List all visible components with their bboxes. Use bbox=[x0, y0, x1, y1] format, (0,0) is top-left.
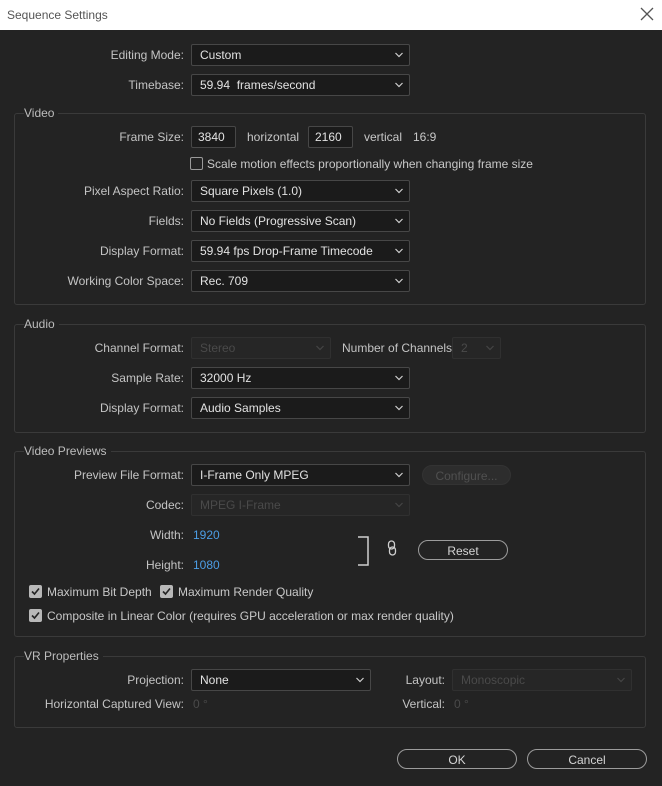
h-captured-view-value: 0 ° bbox=[193, 697, 208, 711]
audio-section-title: Audio bbox=[24, 317, 59, 331]
chevron-down-icon bbox=[395, 52, 403, 58]
projection-label: Projection: bbox=[127, 673, 184, 687]
preview-height-label: Height: bbox=[145, 558, 184, 572]
chevron-down-icon bbox=[356, 677, 364, 683]
chain-link-icon[interactable] bbox=[386, 540, 398, 556]
audio-display-format-select[interactable]: Audio Samples bbox=[191, 397, 410, 419]
frame-width-input[interactable]: 3840 bbox=[191, 126, 236, 148]
timebase-label: Timebase: bbox=[128, 78, 184, 92]
configure-button[interactable]: Configure... bbox=[422, 465, 511, 485]
scale-motion-label: Scale motion effects proportionally when… bbox=[207, 157, 533, 171]
video-previews-section-title: Video Previews bbox=[24, 444, 111, 458]
chevron-down-icon bbox=[316, 345, 324, 351]
audio-display-format-label: Display Format: bbox=[99, 401, 184, 415]
video-display-format-value: 59.94 fps Drop-Frame Timecode bbox=[200, 244, 373, 258]
editing-mode-select[interactable]: Custom bbox=[191, 44, 410, 66]
preview-height-value[interactable]: 1080 bbox=[193, 558, 220, 572]
sample-rate-value: 32000 Hz bbox=[200, 371, 252, 385]
chevron-down-icon bbox=[395, 248, 403, 254]
vr-vertical-value: 0 ° bbox=[454, 697, 469, 711]
reset-button[interactable]: Reset bbox=[418, 540, 508, 560]
chevron-down-icon bbox=[395, 472, 403, 478]
fields-value: No Fields (Progressive Scan) bbox=[200, 214, 357, 228]
editing-mode-value: Custom bbox=[200, 48, 242, 62]
video-section-title: Video bbox=[24, 106, 59, 120]
num-channels-value: 2 bbox=[461, 341, 468, 355]
pixel-aspect-select[interactable]: Square Pixels (1.0) bbox=[191, 180, 410, 202]
preview-file-format-select[interactable]: I-Frame Only MPEG bbox=[191, 464, 410, 486]
pixel-aspect-value: Square Pixels (1.0) bbox=[200, 184, 303, 198]
chevron-down-icon bbox=[486, 345, 494, 351]
color-space-value: Rec. 709 bbox=[200, 274, 249, 288]
chevron-down-icon bbox=[395, 405, 403, 411]
fields-label: Fields: bbox=[148, 214, 184, 228]
chevron-down-icon bbox=[617, 677, 625, 683]
layout-label: Layout: bbox=[405, 673, 445, 687]
preview-width-value[interactable]: 1920 bbox=[193, 528, 220, 542]
cancel-button[interactable]: Cancel bbox=[527, 749, 647, 769]
projection-select[interactable]: None bbox=[191, 669, 371, 691]
vr-vertical-label: Vertical: bbox=[402, 697, 445, 711]
pixel-aspect-label: Pixel Aspect Ratio: bbox=[83, 184, 184, 198]
timebase-select[interactable]: 59.94 frames/second bbox=[191, 74, 410, 96]
color-space-label: Working Color Space: bbox=[67, 274, 185, 288]
chevron-down-icon bbox=[395, 82, 403, 88]
channel-format-value: Stereo bbox=[200, 341, 236, 355]
codec-select[interactable]: MPEG I-Frame bbox=[191, 494, 410, 516]
codec-value: MPEG I-Frame bbox=[200, 498, 281, 512]
title-bar: Sequence Settings bbox=[0, 0, 662, 30]
ok-button[interactable]: OK bbox=[397, 749, 517, 769]
linear-color-label: Composite in Linear Color (requires GPU … bbox=[47, 609, 454, 623]
layout-select[interactable]: Monoscopic bbox=[452, 669, 632, 691]
vr-properties-group bbox=[14, 656, 646, 728]
timebase-value: 59.94 frames/second bbox=[200, 78, 316, 92]
checkmark-icon bbox=[31, 587, 40, 596]
audio-display-format-value: Audio Samples bbox=[200, 401, 281, 415]
aspect-ratio-label: 16:9 bbox=[413, 130, 437, 144]
fields-select[interactable]: No Fields (Progressive Scan) bbox=[191, 210, 410, 232]
max-bit-depth-checkbox[interactable] bbox=[29, 585, 42, 598]
max-render-quality-label: Maximum Render Quality bbox=[178, 585, 314, 599]
horizontal-label: horizontal bbox=[247, 130, 300, 144]
sample-rate-label: Sample Rate: bbox=[111, 371, 184, 385]
projection-value: None bbox=[200, 673, 229, 687]
window-title: Sequence Settings bbox=[7, 8, 108, 22]
sample-rate-select[interactable]: 32000 Hz bbox=[191, 367, 410, 389]
editing-mode-label: Editing Mode: bbox=[110, 48, 184, 62]
vertical-label: vertical bbox=[364, 130, 403, 144]
linear-color-checkbox[interactable] bbox=[29, 609, 42, 622]
preview-width-label: Width: bbox=[149, 528, 184, 542]
layout-value: Monoscopic bbox=[461, 673, 526, 687]
frame-size-label: Frame Size: bbox=[119, 130, 184, 144]
link-bracket-icon bbox=[358, 536, 369, 566]
dialog-body: Editing Mode: Custom Timebase: 59.94 fra… bbox=[0, 30, 662, 786]
close-icon[interactable] bbox=[638, 5, 656, 23]
video-display-format-label: Display Format: bbox=[99, 244, 184, 258]
chevron-down-icon bbox=[395, 375, 403, 381]
codec-label: Codec: bbox=[145, 498, 184, 512]
num-channels-select[interactable]: 2 bbox=[452, 337, 501, 359]
max-bit-depth-label: Maximum Bit Depth bbox=[47, 585, 152, 599]
vr-section-title: VR Properties bbox=[24, 649, 103, 663]
preview-file-format-label: Preview File Format: bbox=[73, 468, 184, 482]
channel-format-label: Channel Format: bbox=[94, 341, 184, 355]
checkmark-icon bbox=[31, 611, 40, 620]
chevron-down-icon bbox=[395, 278, 403, 284]
checkmark-icon bbox=[162, 587, 171, 596]
chevron-down-icon bbox=[395, 502, 403, 508]
frame-height-input[interactable]: 2160 bbox=[308, 126, 353, 148]
color-space-select[interactable]: Rec. 709 bbox=[191, 270, 410, 292]
scale-motion-checkbox[interactable] bbox=[190, 157, 203, 170]
preview-file-format-value: I-Frame Only MPEG bbox=[200, 468, 309, 482]
video-display-format-select[interactable]: 59.94 fps Drop-Frame Timecode bbox=[191, 240, 410, 262]
max-render-quality-checkbox[interactable] bbox=[160, 585, 173, 598]
chevron-down-icon bbox=[395, 218, 403, 224]
channel-format-select[interactable]: Stereo bbox=[191, 337, 331, 359]
chevron-down-icon bbox=[395, 188, 403, 194]
num-channels-label: Number of Channels: bbox=[342, 341, 456, 355]
h-captured-view-label: Horizontal Captured View: bbox=[44, 697, 184, 711]
